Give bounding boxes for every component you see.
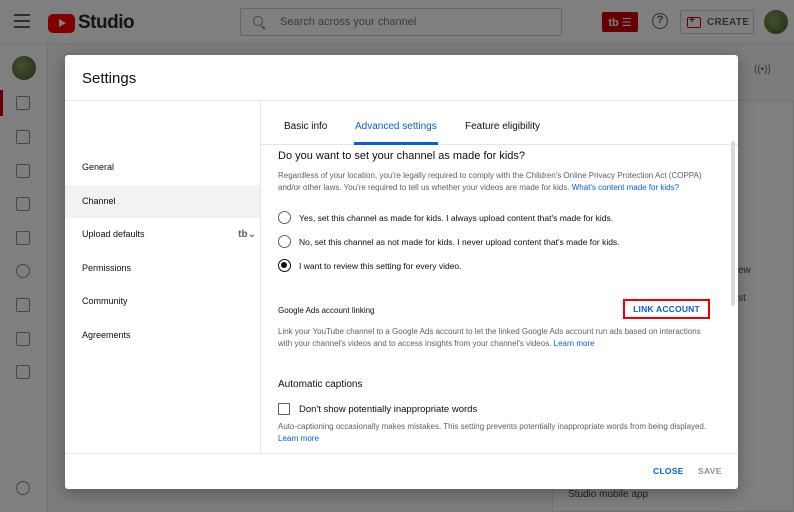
tab-advanced-settings[interactable]: Advanced settings [355, 101, 437, 145]
google-ads-linking-title: Google Ads account linking [278, 306, 375, 315]
captions-description: Auto-captioning occasionally makes mista… [278, 421, 714, 444]
checkbox-label: Don't show potentially inappropriate wor… [299, 403, 478, 415]
settings-tabs: Basic info Advanced settings Feature eli… [261, 101, 738, 145]
learn-more-link[interactable]: Learn more [554, 339, 595, 348]
sidebar-item-label: Agreements [82, 330, 131, 340]
radio-made-for-kids-yes[interactable]: Yes, set this channel as made for kids. … [278, 211, 613, 224]
sidebar-item-upload-defaults[interactable]: Upload defaults tb⌄ [65, 218, 260, 251]
radio-review-every-video[interactable]: I want to review this setting for every … [278, 259, 462, 272]
sidebar-item-label: Channel [82, 196, 116, 206]
sidebar-item-label: Permissions [82, 263, 132, 273]
made-for-kids-heading: Do you want to set your channel as made … [278, 150, 526, 162]
radio-label: No, set this channel as not made for kid… [299, 236, 620, 247]
radio-button[interactable] [278, 211, 291, 224]
whats-made-for-kids-link[interactable]: What's content made for kids? [572, 183, 679, 192]
advanced-settings-content: Do you want to set your channel as made … [261, 145, 738, 453]
description-text: Link your YouTube channel to a Google Ad… [278, 327, 701, 348]
settings-sidebar: General Channel Upload defaults tb⌄ Permi… [65, 101, 261, 453]
sidebar-item-label: Upload defaults [82, 229, 145, 239]
settings-dialog: Settings General Channel Upload defaults… [65, 55, 738, 489]
google-ads-description: Link your YouTube channel to a Google Ad… [278, 326, 708, 349]
made-for-kids-description: Regardless of your location, you're lega… [278, 170, 708, 193]
sidebar-item-label: General [82, 162, 115, 172]
content-scrollbar[interactable] [731, 141, 735, 306]
sidebar-item-permissions[interactable]: Permissions [65, 252, 260, 285]
sidebar-item-channel[interactable]: Channel [65, 185, 260, 218]
radio-button[interactable] [278, 235, 291, 248]
tab-feature-eligibility[interactable]: Feature eligibility [465, 101, 540, 145]
learn-more-link[interactable]: Learn more [278, 434, 319, 443]
sidebar-item-label: Community [82, 296, 128, 306]
channel-badge-icon: tb⌄ [238, 229, 256, 240]
automatic-captions-heading: Automatic captions [278, 379, 363, 390]
description-text: Auto-captioning occasionally makes mista… [278, 422, 707, 431]
tab-basic-info[interactable]: Basic info [284, 101, 327, 145]
sidebar-item-agreements[interactable]: Agreements [65, 319, 260, 352]
save-button[interactable]: SAVE [698, 466, 722, 476]
sidebar-item-general[interactable]: General [65, 151, 260, 184]
radio-button-selected[interactable] [278, 259, 291, 272]
close-button[interactable]: CLOSE [653, 466, 684, 476]
sidebar-item-community[interactable]: Community [65, 285, 260, 318]
dialog-footer: CLOSE SAVE [65, 453, 738, 489]
radio-made-for-kids-no[interactable]: No, set this channel as not made for kid… [278, 235, 620, 248]
inappropriate-words-option[interactable]: Don't show potentially inappropriate wor… [278, 403, 477, 415]
dialog-title: Settings [82, 70, 137, 87]
radio-label: Yes, set this channel as made for kids. … [299, 212, 614, 223]
radio-label: I want to review this setting for every … [299, 260, 462, 271]
link-account-button[interactable]: LINK ACCOUNT [623, 299, 710, 319]
checkbox[interactable] [278, 403, 290, 415]
